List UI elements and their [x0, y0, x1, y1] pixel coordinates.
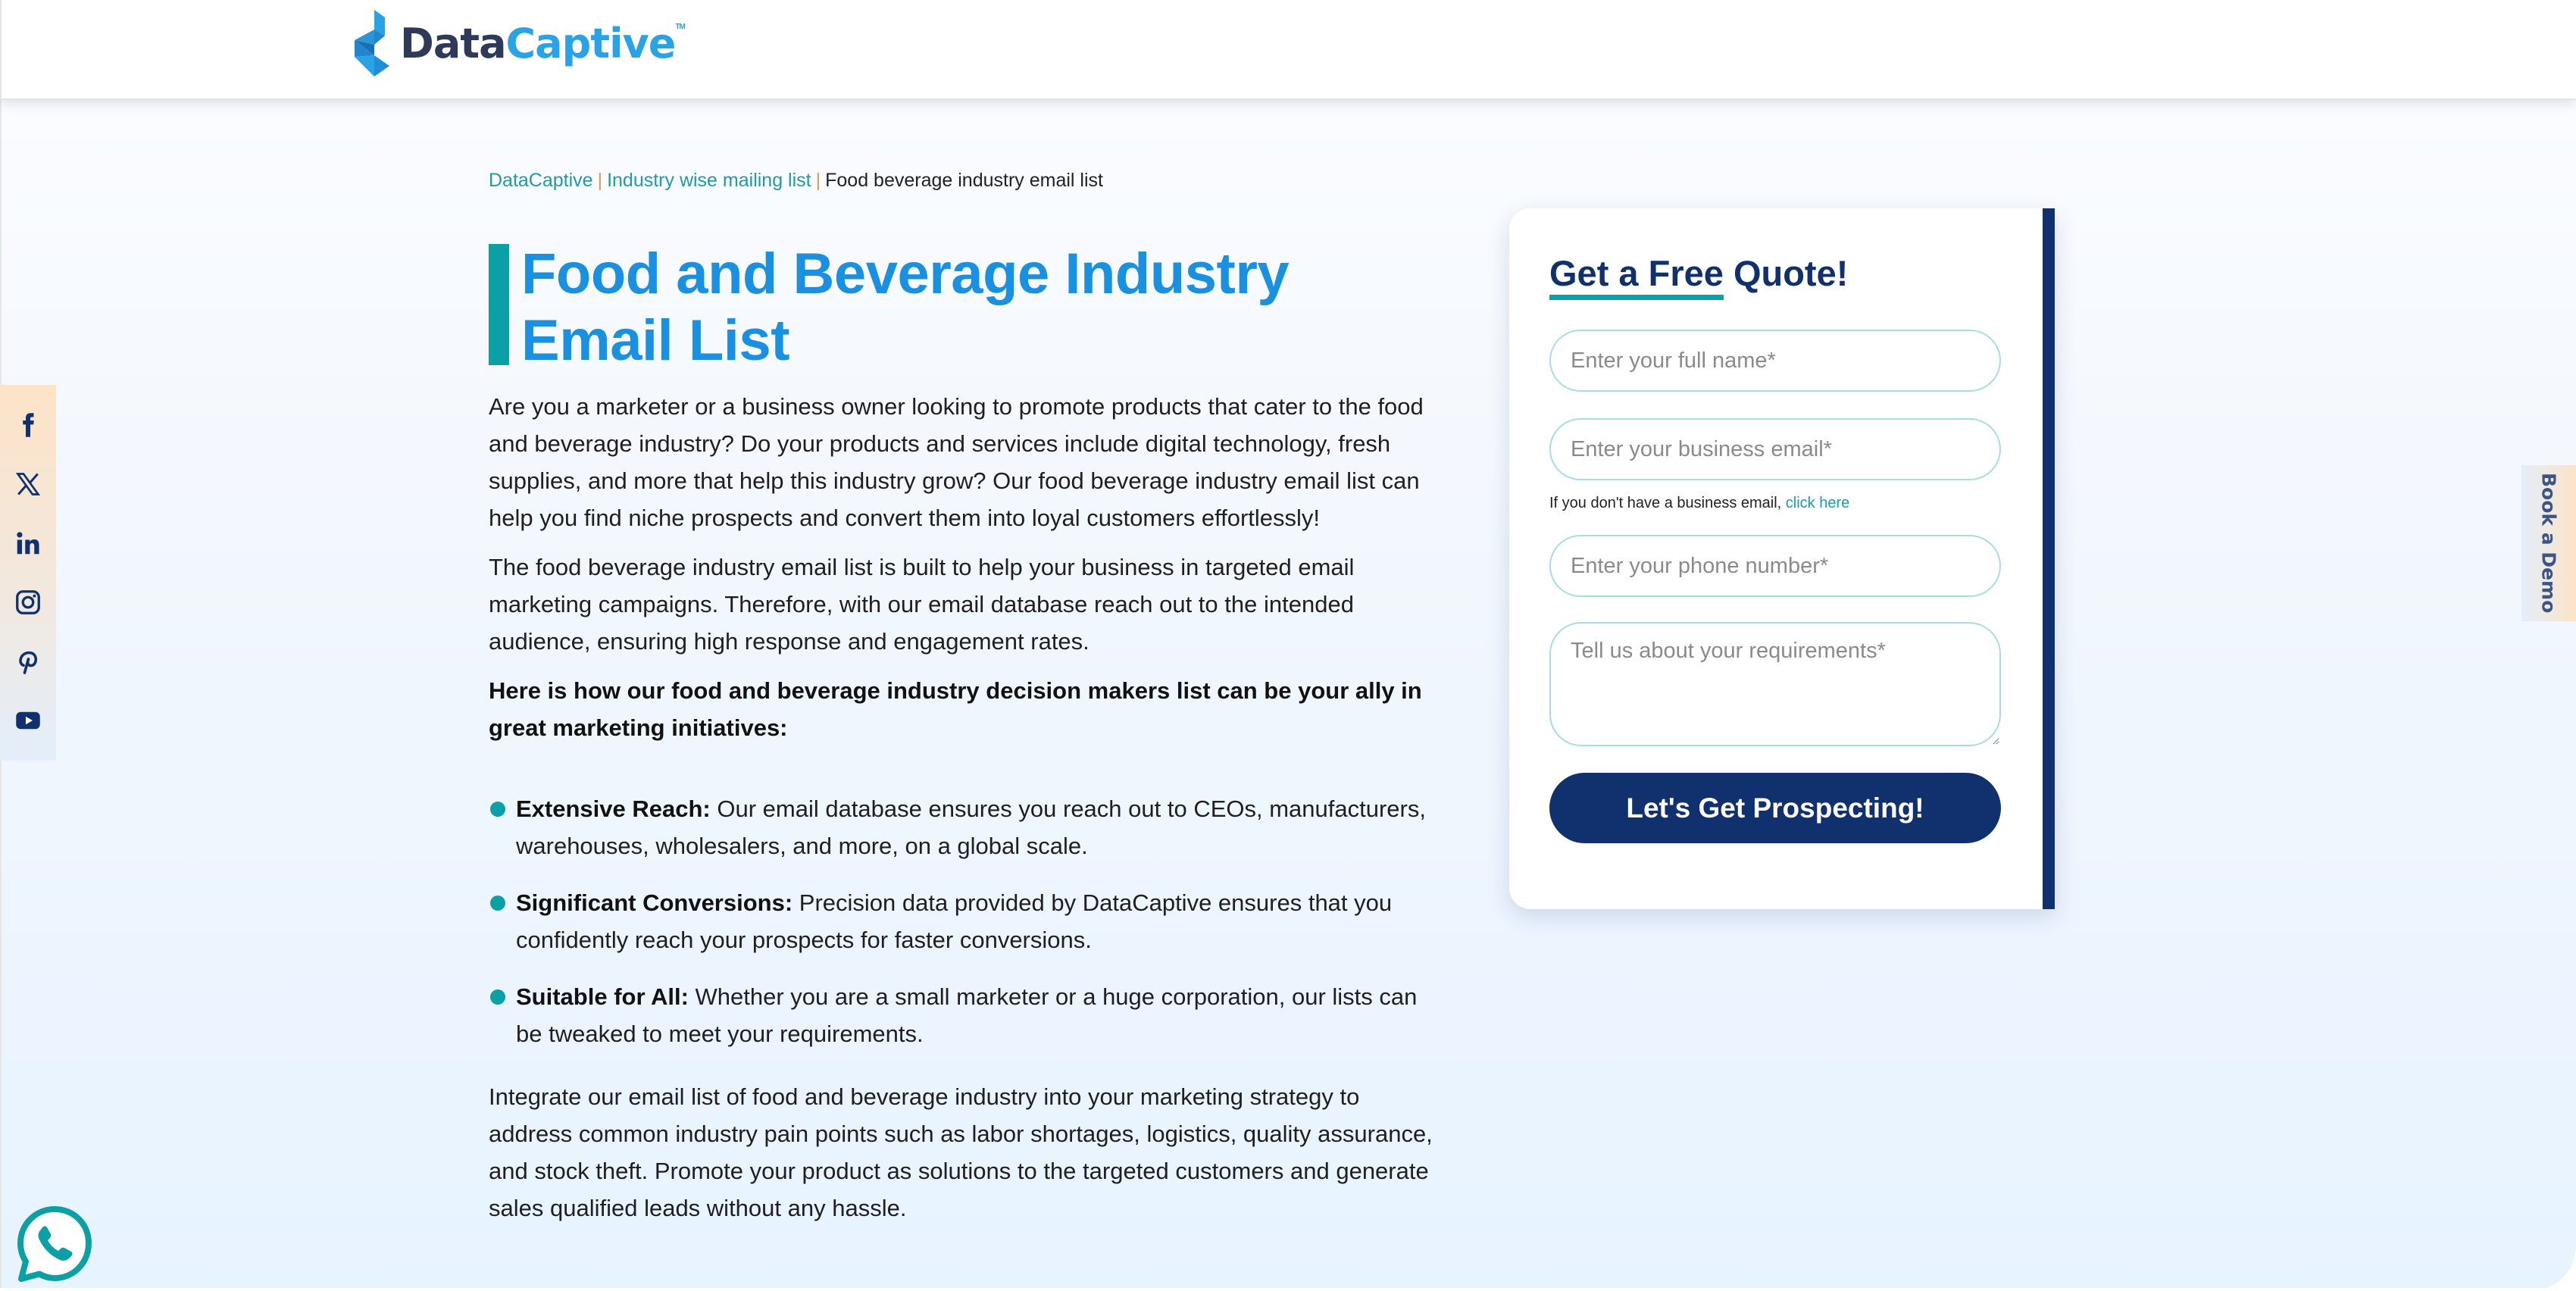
list-item: Suitable for All: Whether you are a smal…: [489, 978, 1436, 1052]
list-item: Significant Conversions: Precision data …: [489, 884, 1436, 958]
bullet-dot-icon: [490, 896, 505, 911]
breadcrumb-industry[interactable]: Industry wise mailing list: [607, 170, 811, 191]
intro-paragraph: Are you a marketer or a business owner l…: [489, 393, 1424, 531]
logo-mark-icon: [355, 10, 389, 77]
business-email-input[interactable]: [1549, 418, 2001, 480]
list-item: Extensive Reach: Our email database ensu…: [489, 790, 1436, 864]
trademark: TM: [675, 22, 685, 31]
logo-text-data: Data: [400, 19, 507, 67]
linkedin-icon[interactable]: [13, 528, 43, 558]
bullet-label: Significant Conversions:: [516, 889, 793, 916]
article-body: Are you a marketer or a business owner l…: [489, 388, 1436, 1239]
breadcrumb-current: Food beverage industry email list: [825, 170, 1103, 191]
bullet-label: Extensive Reach:: [516, 796, 711, 822]
phone-number-input[interactable]: [1549, 535, 2001, 597]
facebook-icon[interactable]: [13, 410, 43, 440]
bullet-dot-icon: [490, 989, 505, 1005]
full-name-input[interactable]: [1549, 330, 2001, 392]
breadcrumb-separator: |: [597, 170, 603, 191]
form-title-rest: Quote!: [1723, 253, 1849, 293]
click-here-link[interactable]: click here: [1786, 495, 1849, 511]
breadcrumb: DataCaptive | Industry wise mailing list | F…: [489, 170, 1103, 192]
site-header: DataCaptiveTM: [0, 0, 2576, 100]
form-title-underlined: Get a Free: [1549, 252, 1724, 300]
book-a-demo-tab[interactable]: Book a Demo: [2521, 465, 2576, 621]
youtube-icon[interactable]: [13, 705, 43, 736]
form-title: Get a Free Quote!: [1549, 252, 1848, 300]
breadcrumb-separator: |: [815, 170, 821, 191]
benefits-heading: Here is how our food and beverage indust…: [489, 677, 1422, 741]
business-email-hint: If you don't have a business email, clic…: [1549, 495, 1849, 512]
pinterest-icon[interactable]: [13, 646, 43, 677]
title-accent-bar: [489, 244, 509, 365]
page-bottom-edge: [0, 1288, 2576, 1291]
social-sidebar: [0, 385, 56, 761]
logo-text: DataCaptiveTM: [400, 19, 686, 67]
whatsapp-icon[interactable]: [14, 1203, 95, 1285]
requirements-textarea[interactable]: [1549, 622, 2001, 746]
breadcrumb-home[interactable]: DataCaptive: [489, 170, 593, 191]
description-paragraph: The food beverage industry email list is…: [489, 554, 1355, 655]
page-title: Food and Beverage Industry Email List: [521, 242, 1290, 373]
x-twitter-icon[interactable]: [13, 469, 43, 499]
submit-button[interactable]: Let's Get Prospecting!: [1549, 773, 2001, 843]
datacaptive-logo[interactable]: DataCaptiveTM: [352, 9, 686, 77]
page-title-block: Food and Beverage Industry Email List: [489, 241, 1436, 374]
instagram-icon[interactable]: [13, 587, 43, 617]
logo-text-captive: Captive: [505, 19, 677, 67]
bullet-dot-icon: [490, 802, 505, 817]
benefits-list: Extensive Reach: Our email database ensu…: [489, 790, 1436, 1052]
bullet-label: Suitable for All:: [516, 983, 689, 1010]
closing-paragraph: Integrate our email list of food and bev…: [489, 1083, 1433, 1221]
book-a-demo-label: Book a Demo: [2537, 473, 2560, 614]
hint-text: If you don't have a business email,: [1549, 495, 1786, 511]
quote-form: Get a Free Quote! If you don't have a bu…: [1509, 208, 2055, 909]
